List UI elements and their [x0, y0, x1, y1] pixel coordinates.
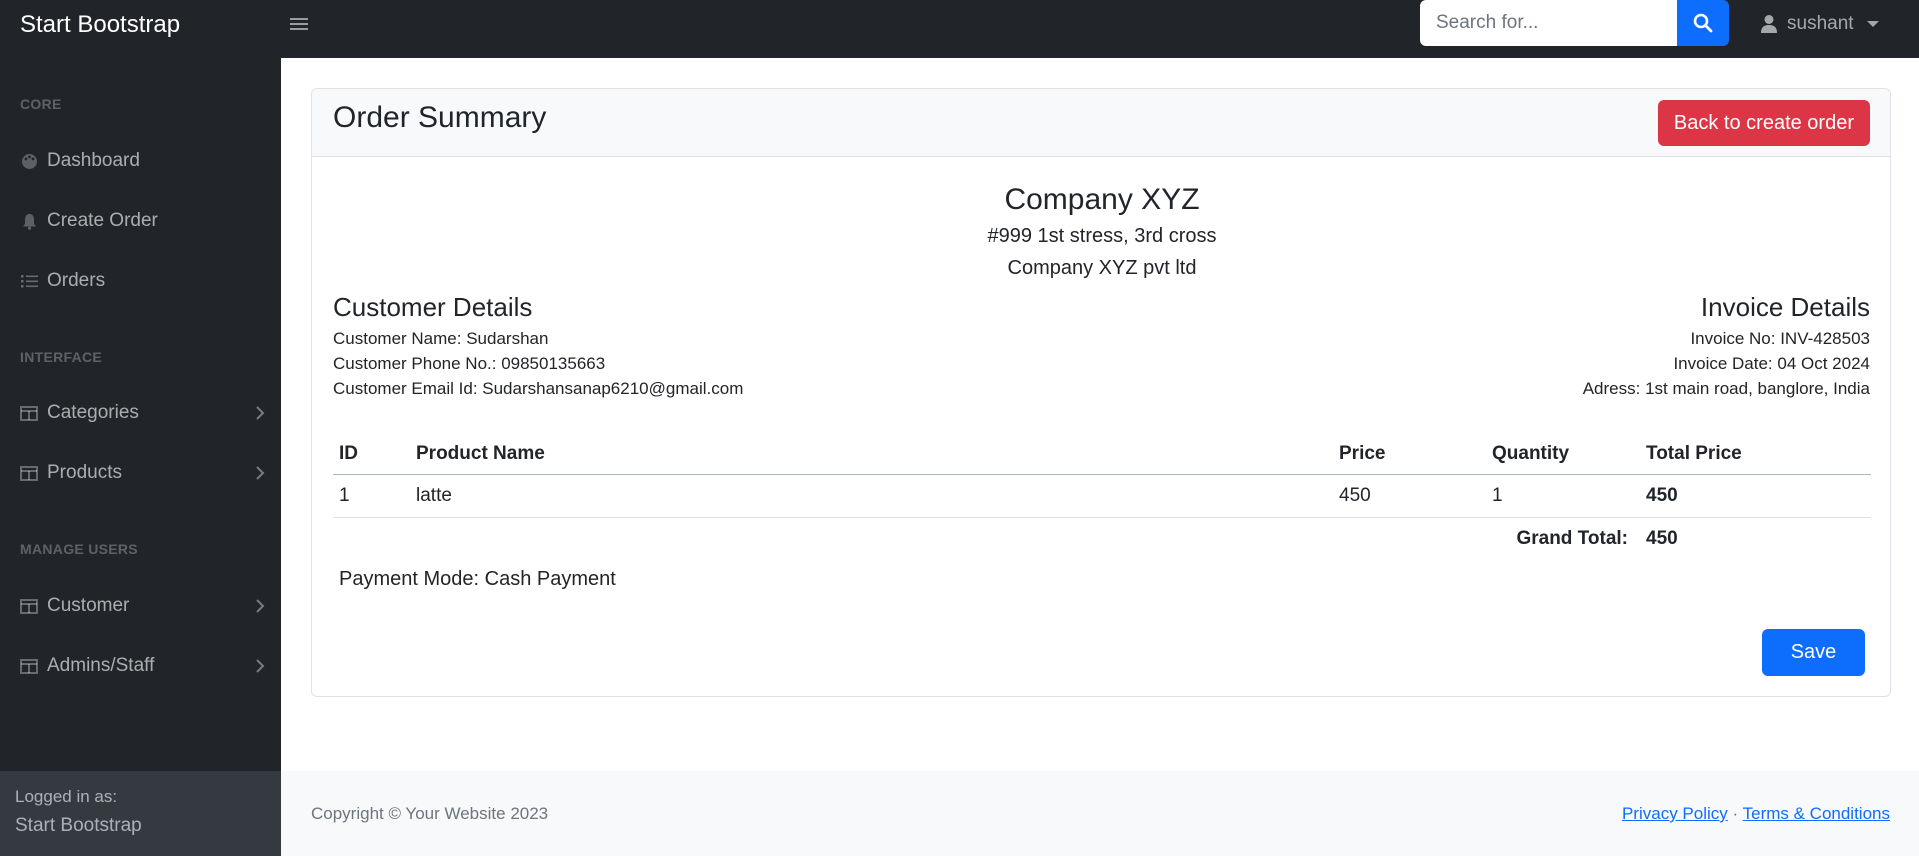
table-header-row: ID Product Name Price Quantity Total Pri… [333, 434, 1871, 475]
page-title: Order Summary [333, 101, 547, 134]
invoice-number: Invoice No: INV-428503 [1690, 329, 1870, 348]
columns-icon [20, 404, 38, 422]
palette-icon [20, 152, 38, 170]
cell-price: 450 [1333, 474, 1486, 518]
invoice-address: Adress: 1st main road, banglore, India [1582, 379, 1870, 398]
privacy-policy-link[interactable]: Privacy Policy [1622, 804, 1728, 823]
chevron-right-icon [256, 406, 265, 420]
grand-total-label: Grand Total: [1516, 527, 1628, 549]
save-button[interactable]: Save [1762, 629, 1865, 676]
sidebar: CORE Dashboard Create Order Orders INTER… [0, 58, 281, 856]
sidebar-item-admins-staff[interactable]: Admins/Staff [20, 651, 265, 681]
sidebar-item-create-order[interactable]: Create Order [20, 206, 265, 236]
chevron-right-icon [256, 466, 265, 480]
invoice-date: Invoice Date: 04 Oct 2024 [1673, 354, 1870, 373]
sidebar-item-dashboard[interactable]: Dashboard [20, 146, 265, 176]
sidebar-item-label: Create Order [47, 210, 158, 231]
invoice-details-heading: Invoice Details [1700, 292, 1870, 322]
order-summary-card: Order Summary Back to create order Compa… [311, 88, 1891, 697]
column-header-total-price: Total Price [1640, 434, 1871, 475]
user-name: sushant [1787, 13, 1854, 34]
column-header-product-name: Product Name [410, 434, 1333, 475]
top-navbar: Start Bootstrap sushant [0, 0, 1919, 58]
sidebar-item-label: Orders [47, 270, 106, 291]
user-dropdown[interactable]: sushant [1760, 12, 1879, 36]
chevron-right-icon [256, 659, 265, 673]
cell-id: 1 [333, 474, 410, 518]
chevron-right-icon [256, 599, 265, 613]
sidebar-footer: Logged in as: Start Bootstrap [0, 771, 281, 856]
grand-total-row: Grand Total: 450 [333, 517, 1871, 560]
chevron-down-icon [1866, 21, 1879, 27]
sidebar-item-orders[interactable]: Orders [20, 266, 265, 296]
search-icon [1693, 13, 1713, 33]
columns-icon [20, 597, 38, 615]
bell-icon [20, 212, 38, 230]
cell-product-name: latte [410, 474, 1333, 518]
sidebar-toggle-icon[interactable] [290, 15, 308, 35]
sidebar-item-categories[interactable]: Categories [20, 398, 265, 428]
sidebar-item-label: Admins/Staff [47, 655, 155, 676]
page-footer: Copyright © Your Website 2023 Privacy Po… [281, 771, 1919, 856]
column-header-quantity: Quantity [1486, 434, 1640, 475]
copyright-text: Copyright © Your Website 2023 [311, 804, 549, 823]
sidebar-item-label: Dashboard [47, 150, 140, 171]
cell-total-price: 450 [1640, 474, 1871, 518]
footer-separator: · [1732, 804, 1739, 823]
cell-quantity: 1 [1486, 474, 1640, 518]
customer-name: Customer Name: Sudarshan [333, 329, 549, 348]
sidebar-heading-manage-users: MANAGE USERS [20, 541, 138, 557]
customer-phone: Customer Phone No.: 09850135663 [333, 354, 606, 373]
payment-mode: Payment Mode: Cash Payment [339, 568, 616, 590]
table-row: 1 latte 450 1 450 [333, 474, 1871, 518]
order-items-table: ID Product Name Price Quantity Total Pri… [333, 434, 1871, 560]
columns-icon [20, 657, 38, 675]
search-form [1420, 0, 1729, 46]
column-header-id: ID [333, 434, 410, 475]
search-button[interactable] [1677, 0, 1729, 46]
sidebar-item-label: Products [47, 462, 122, 483]
terms-conditions-link[interactable]: Terms & Conditions [1743, 804, 1890, 823]
sidebar-item-label: Categories [47, 402, 139, 423]
list-icon [20, 272, 38, 290]
sidebar-heading-interface: INTERFACE [20, 349, 103, 365]
sidebar-item-customer[interactable]: Customer [20, 591, 265, 621]
sidebar-item-products[interactable]: Products [20, 458, 265, 488]
company-name: Company XYZ [1004, 183, 1200, 216]
card-header: Order Summary Back to create order [312, 89, 1890, 157]
user-icon [1761, 15, 1777, 33]
customer-details-heading: Customer Details [333, 292, 533, 322]
column-header-price: Price [1333, 434, 1486, 475]
logged-in-name: Start Bootstrap [15, 815, 142, 836]
customer-email: Customer Email Id: Sudarshansanap6210@gm… [333, 379, 744, 398]
navbar-brand[interactable]: Start Bootstrap [20, 11, 180, 39]
sidebar-heading-core: CORE [20, 96, 62, 112]
company-legal-name: Company XYZ pvt ltd [1007, 257, 1197, 279]
logged-in-label: Logged in as: [15, 787, 118, 806]
back-to-create-order-button[interactable]: Back to create order [1657, 100, 1870, 146]
footer-links: Privacy Policy · Terms & Conditions [1622, 804, 1890, 824]
columns-icon [20, 464, 38, 482]
search-input[interactable] [1420, 0, 1677, 46]
sidebar-item-label: Customer [47, 595, 130, 616]
company-address: #999 1st stress, 3rd cross [987, 225, 1217, 247]
grand-total-value: 450 [1646, 527, 1678, 549]
